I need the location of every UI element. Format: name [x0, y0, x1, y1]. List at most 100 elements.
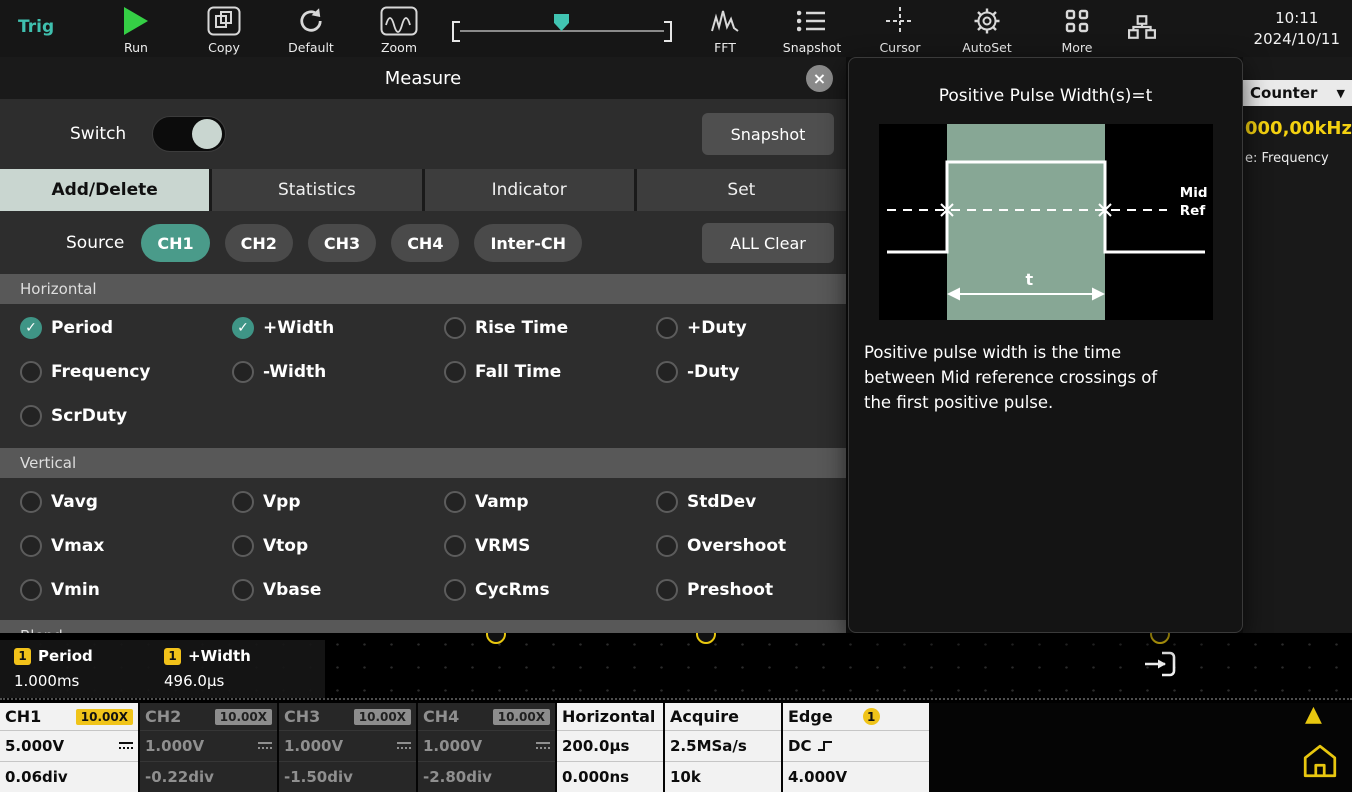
- option-frequency[interactable]: ✓Frequency: [20, 350, 232, 394]
- source-ch3[interactable]: CH3: [308, 224, 376, 262]
- option-plus-width[interactable]: ✓+Width: [232, 306, 444, 350]
- autoset-button[interactable]: AutoSet: [947, 3, 1027, 55]
- measurement-value: 496.0µs: [164, 672, 325, 690]
- default-label: Default: [288, 40, 334, 55]
- fft-label: FFT: [714, 40, 736, 55]
- counter-mode: e: Frequency: [1245, 151, 1352, 166]
- option-rise-time[interactable]: ✓Rise Time: [444, 306, 656, 350]
- option-vpp[interactable]: ✓Vpp: [232, 480, 444, 524]
- option-vmax[interactable]: ✓Vmax: [20, 524, 232, 568]
- copy-button[interactable]: Copy: [184, 3, 264, 55]
- tab-indicator[interactable]: Indicator: [425, 169, 634, 211]
- trig-status-label: Trig: [18, 17, 54, 37]
- counter-panel: Counter ▼ 000,00kHz e: Frequency: [1243, 80, 1352, 166]
- checkbox-icon: ✓: [232, 361, 254, 383]
- tab-set[interactable]: Set: [637, 169, 846, 211]
- trigger-status[interactable]: Edge1 DC 4.000V: [783, 703, 929, 792]
- horizontal-status[interactable]: Horizontal 200.0µs 0.000ns: [557, 703, 663, 792]
- source-ch1[interactable]: CH1: [141, 224, 209, 262]
- measurement-plus-width[interactable]: 1 +Width 496.0µs: [164, 647, 325, 698]
- option-fall-time[interactable]: ✓Fall Time: [444, 350, 656, 394]
- channel-status-ch2[interactable]: CH210.00X 1.000V -0.22div: [140, 703, 277, 792]
- checkbox-icon: ✓: [444, 361, 466, 383]
- measurement-readout: 1 Period 1.000ms 1 +Width 496.0µs: [0, 640, 325, 698]
- option-vavg[interactable]: ✓Vavg: [20, 480, 232, 524]
- cursor-label: Cursor: [879, 40, 920, 55]
- checkbox-icon: ✓: [656, 361, 678, 383]
- checkbox-icon: ✓: [656, 317, 678, 339]
- section-header-blend: Blend: [0, 620, 846, 633]
- dc-coupling-icon: [119, 742, 133, 751]
- option-overshoot[interactable]: ✓Overshoot: [656, 524, 846, 568]
- option-vrms[interactable]: ✓VRMS: [444, 524, 656, 568]
- clock: 10:11 2024/10/11: [1254, 8, 1340, 50]
- measurement-name: Period: [38, 647, 93, 665]
- time-label: 10:11: [1254, 8, 1340, 29]
- probe-badge: 10.00X: [215, 709, 272, 725]
- probe-badge: 10.00X: [354, 709, 411, 725]
- option-vtop[interactable]: ✓Vtop: [232, 524, 444, 568]
- option-stddev[interactable]: ✓StdDev: [656, 480, 846, 524]
- home-icon[interactable]: [1302, 742, 1338, 784]
- timeline-right-bracket: [664, 21, 672, 42]
- tab-statistics[interactable]: Statistics: [212, 169, 421, 211]
- tab-add-delete[interactable]: Add/Delete: [0, 169, 209, 211]
- cursor-button[interactable]: Cursor: [860, 3, 940, 55]
- checkbox-icon: ✓: [444, 579, 466, 601]
- measure-dialog: Measure × Switch Snapshot Add/Delete Sta…: [0, 57, 846, 633]
- default-button[interactable]: Default: [271, 3, 351, 55]
- run-button[interactable]: Run: [96, 3, 176, 55]
- option-plus-duty[interactable]: ✓+Duty: [656, 306, 846, 350]
- checkbox-icon: ✓: [444, 491, 466, 513]
- help-description: Positive pulse width is the time between…: [864, 340, 1227, 415]
- copy-label: Copy: [208, 40, 240, 55]
- source-ch2[interactable]: CH2: [225, 224, 293, 262]
- source-ch4[interactable]: CH4: [391, 224, 459, 262]
- checkbox-icon: ✓: [20, 317, 42, 339]
- checkbox-icon: ✓: [656, 491, 678, 513]
- close-icon[interactable]: ×: [806, 65, 833, 92]
- option-vmin[interactable]: ✓Vmin: [20, 568, 232, 612]
- option-minus-width[interactable]: ✓-Width: [232, 350, 444, 394]
- network-icon[interactable]: [1128, 15, 1156, 43]
- more-button[interactable]: More: [1037, 3, 1117, 55]
- horizontal-position-indicator[interactable]: [452, 21, 672, 42]
- fft-button[interactable]: FFT: [685, 3, 765, 55]
- counter-dropdown[interactable]: Counter ▼: [1243, 80, 1352, 106]
- source-row: Source CH1 CH2 CH3 CH4 Inter-CH ALL Clea…: [66, 222, 834, 264]
- checkbox-icon: ✓: [444, 535, 466, 557]
- date-label: 2024/10/11: [1254, 29, 1340, 50]
- all-clear-button[interactable]: ALL Clear: [702, 223, 834, 263]
- help-title: Positive Pulse Width(s)=t: [849, 86, 1242, 106]
- checkbox-icon: ✓: [20, 361, 42, 383]
- option-vbase[interactable]: ✓Vbase: [232, 568, 444, 612]
- source-inter-ch[interactable]: Inter-CH: [474, 224, 582, 262]
- option-preshoot[interactable]: ✓Preshoot: [656, 568, 846, 612]
- option-vamp[interactable]: ✓Vamp: [444, 480, 656, 524]
- measure-switch-toggle[interactable]: [152, 116, 226, 152]
- snapshot-button[interactable]: Snapshot: [702, 113, 834, 155]
- pulse-waveform-graphic: [879, 124, 1213, 320]
- channel-status-ch1[interactable]: CH110.00X 5.000V 0.06div: [0, 703, 138, 792]
- option-minus-duty[interactable]: ✓-Duty: [656, 350, 846, 394]
- checkbox-icon: ✓: [20, 491, 42, 513]
- channel-status-ch3[interactable]: CH310.00X 1.000V -1.50div: [279, 703, 416, 792]
- section-header-horizontal: Horizontal: [0, 274, 846, 304]
- option-cycrms[interactable]: ✓CycRms: [444, 568, 656, 612]
- chevron-down-icon: ▼: [1337, 87, 1345, 100]
- snapshot-toolbar-button[interactable]: Snapshot: [772, 3, 852, 55]
- channel-badge: 1: [164, 648, 181, 665]
- cursor-icon: [885, 3, 915, 39]
- play-icon: [124, 3, 148, 39]
- checkbox-icon: ✓: [232, 491, 254, 513]
- option-scrduty[interactable]: ✓ScrDuty: [20, 394, 232, 438]
- collapse-up-icon[interactable]: ▲: [1305, 702, 1322, 727]
- measurement-period[interactable]: 1 Period 1.000ms: [14, 647, 164, 698]
- trigger-position-marker[interactable]: [554, 14, 569, 31]
- export-arrow-icon[interactable]: [1142, 648, 1178, 684]
- acquire-status[interactable]: Acquire 2.5MSa/s 10k: [665, 703, 781, 792]
- channel-status-ch4[interactable]: CH410.00X 1.000V -2.80div: [418, 703, 555, 792]
- zoom-button[interactable]: Zoom: [359, 3, 439, 55]
- checkbox-icon: ✓: [20, 405, 42, 427]
- option-period[interactable]: ✓Period: [20, 306, 232, 350]
